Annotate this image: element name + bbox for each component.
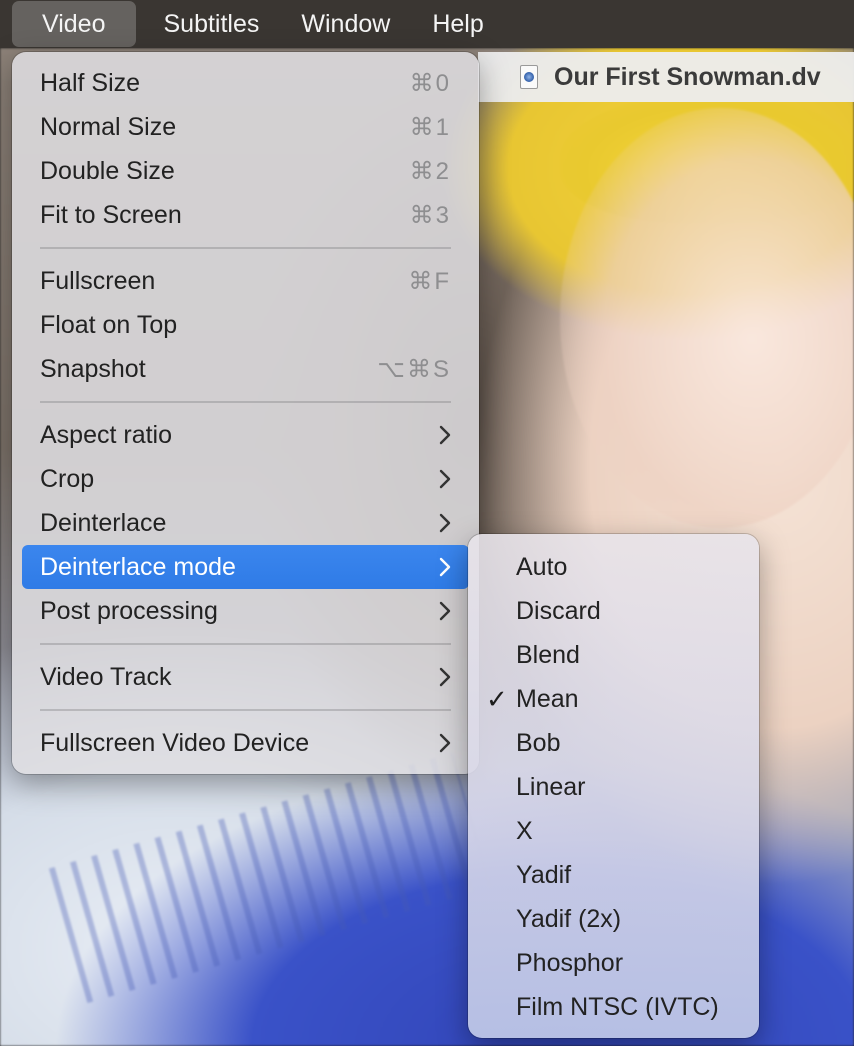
menu-item-label: Yadif (516, 860, 572, 889)
shortcut-label: ⌘1 (409, 113, 451, 141)
menu-item-snapshot[interactable]: Snapshot ⌥⌘S (22, 347, 469, 391)
menu-item-label: Discard (516, 596, 601, 625)
menu-window[interactable]: Window (287, 1, 404, 47)
video-content-face (560, 108, 854, 528)
menu-item-label: Float on Top (40, 310, 178, 339)
menu-item-label: Auto (516, 552, 568, 581)
menu-item-label: Blend (516, 640, 580, 669)
shortcut-label: ⌘F (408, 267, 451, 295)
menu-item-fit-to-screen[interactable]: Fit to Screen ⌘3 (22, 193, 469, 237)
mode-item-phosphor[interactable]: Phosphor (478, 941, 749, 985)
menu-item-deinterlace-mode[interactable]: Deinterlace mode (22, 545, 469, 589)
menu-item-label: Aspect ratio (40, 420, 173, 449)
menu-item-label: Video Track (40, 662, 172, 691)
mode-item-x[interactable]: X (478, 809, 749, 853)
mode-item-blend[interactable]: Blend (478, 633, 749, 677)
window-title: Our First Snowman.dv (554, 62, 821, 91)
menu-item-label: Phosphor (516, 948, 624, 977)
mode-item-discard[interactable]: Discard (478, 589, 749, 633)
chevron-right-icon (427, 601, 451, 621)
mode-item-auto[interactable]: Auto (478, 545, 749, 589)
chevron-right-icon (427, 513, 451, 533)
deinterlace-mode-submenu: Auto Discard Blend ✓ Mean Bob Linear X Y… (468, 534, 759, 1038)
menu-item-label: Fullscreen (40, 266, 156, 295)
dv-document-icon (520, 65, 538, 89)
mode-item-yadif[interactable]: Yadif (478, 853, 749, 897)
menu-item-float-on-top[interactable]: Float on Top (22, 303, 469, 347)
menu-subtitles[interactable]: Subtitles (150, 1, 274, 47)
menu-item-label: Bob (516, 728, 561, 757)
chevron-right-icon (427, 557, 451, 577)
mode-item-mean[interactable]: ✓ Mean (478, 677, 749, 721)
menu-item-label: Deinterlace mode (40, 552, 236, 581)
menu-item-label: Yadif (2x) (516, 904, 622, 933)
shortcut-label: ⌘0 (409, 69, 451, 97)
menu-item-label: X (516, 816, 533, 845)
menu-item-label: Half Size (40, 68, 141, 97)
menu-item-video-track[interactable]: Video Track (22, 655, 469, 699)
window-title-bar[interactable]: Our First Snowman.dv (478, 52, 854, 102)
menu-item-label: Normal Size (40, 112, 177, 141)
shortcut-label: ⌥⌘S (377, 355, 451, 383)
menu-separator (40, 391, 451, 413)
menu-item-deinterlace[interactable]: Deinterlace (22, 501, 469, 545)
menu-help[interactable]: Help (418, 1, 497, 47)
mode-item-linear[interactable]: Linear (478, 765, 749, 809)
menu-item-label: Fullscreen Video Device (40, 728, 310, 757)
mode-item-yadif-2x[interactable]: Yadif (2x) (478, 897, 749, 941)
menu-item-label: Film NTSC (IVTC) (516, 992, 719, 1021)
menu-item-label: Crop (40, 464, 95, 493)
chevron-right-icon (427, 733, 451, 753)
menu-item-aspect-ratio[interactable]: Aspect ratio (22, 413, 469, 457)
shortcut-label: ⌘3 (409, 201, 451, 229)
menu-item-label: Fit to Screen (40, 200, 182, 229)
menu-item-normal-size[interactable]: Normal Size ⌘1 (22, 105, 469, 149)
menu-item-label: Post processing (40, 596, 218, 625)
menu-item-double-size[interactable]: Double Size ⌘2 (22, 149, 469, 193)
video-menu: Half Size ⌘0 Normal Size ⌘1 Double Size … (12, 52, 479, 774)
mode-item-bob[interactable]: Bob (478, 721, 749, 765)
menu-item-fullscreen-video-device[interactable]: Fullscreen Video Device (22, 721, 469, 765)
menu-item-label: Double Size (40, 156, 175, 185)
menu-video[interactable]: Video (12, 1, 136, 47)
chevron-right-icon (427, 425, 451, 445)
chevron-right-icon (427, 667, 451, 687)
menu-item-label: Linear (516, 772, 586, 801)
menu-bar: Video Subtitles Window Help (0, 0, 854, 48)
menu-item-crop[interactable]: Crop (22, 457, 469, 501)
video-content-jacket (48, 752, 492, 1004)
menu-item-label: Deinterlace (40, 508, 167, 537)
menu-item-half-size[interactable]: Half Size ⌘0 (22, 61, 469, 105)
menu-separator (40, 237, 451, 259)
menu-item-label: Snapshot (40, 354, 146, 383)
chevron-right-icon (427, 469, 451, 489)
menu-separator (40, 699, 451, 721)
menu-item-fullscreen[interactable]: Fullscreen ⌘F (22, 259, 469, 303)
menu-separator (40, 633, 451, 655)
mode-item-film-ntsc-ivtc[interactable]: Film NTSC (IVTC) (478, 985, 749, 1029)
menu-item-post-processing[interactable]: Post processing (22, 589, 469, 633)
menu-item-label: Mean (516, 684, 579, 713)
checkmark-icon: ✓ (486, 683, 508, 714)
shortcut-label: ⌘2 (409, 157, 451, 185)
